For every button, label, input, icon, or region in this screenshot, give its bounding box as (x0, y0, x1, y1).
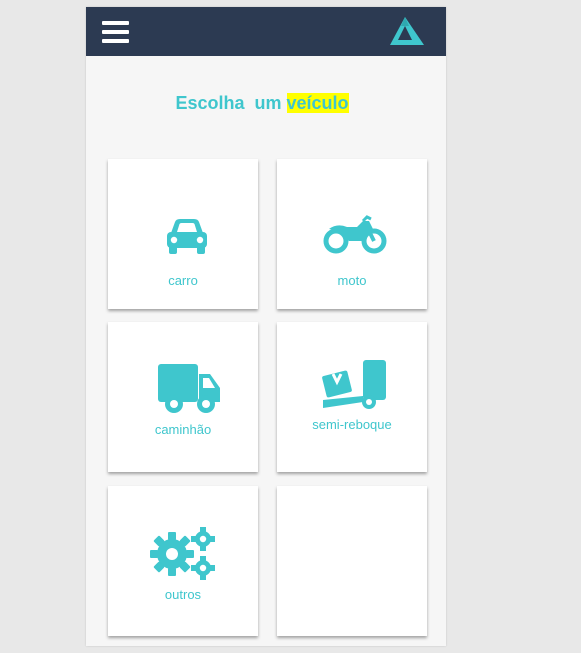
vehicle-card-outros[interactable]: outros (108, 486, 258, 636)
gears-icon (150, 527, 215, 580)
vehicle-card-moto[interactable]: moto (277, 159, 427, 309)
semi-trailer-icon (322, 360, 386, 409)
hamburger-menu-icon-bar (102, 30, 129, 34)
vehicle-card-caminhao[interactable]: caminhão (108, 322, 258, 472)
hamburger-menu-icon (102, 21, 129, 25)
top-app-bar (86, 7, 446, 56)
hamburger-menu-icon-bar (102, 39, 129, 43)
vehicle-label: caminhão (154, 422, 212, 437)
motorcycle-icon (323, 215, 387, 254)
page-title-text: Escolha um (175, 93, 287, 113)
vehicle-label: outros (164, 587, 202, 602)
vehicle-label: moto (337, 273, 367, 288)
vehicle-card-semi-reboque[interactable]: semi-reboque (277, 322, 427, 472)
vehicle-label: semi-reboque (312, 417, 392, 432)
car-icon (167, 219, 207, 254)
vehicle-card-carro[interactable]: carro (108, 159, 258, 309)
menu-button[interactable] (100, 18, 134, 46)
page-title: Escolha um veículo (86, 93, 438, 114)
vehicle-card-empty[interactable] (277, 486, 427, 636)
triangle-logo-icon (390, 17, 424, 45)
vehicle-label: carro (168, 273, 198, 288)
app-screen: Escolha um veículo carro moto caminhão s… (86, 7, 446, 646)
truck-icon (158, 364, 220, 413)
page-title-highlight: veículo (286, 93, 349, 113)
